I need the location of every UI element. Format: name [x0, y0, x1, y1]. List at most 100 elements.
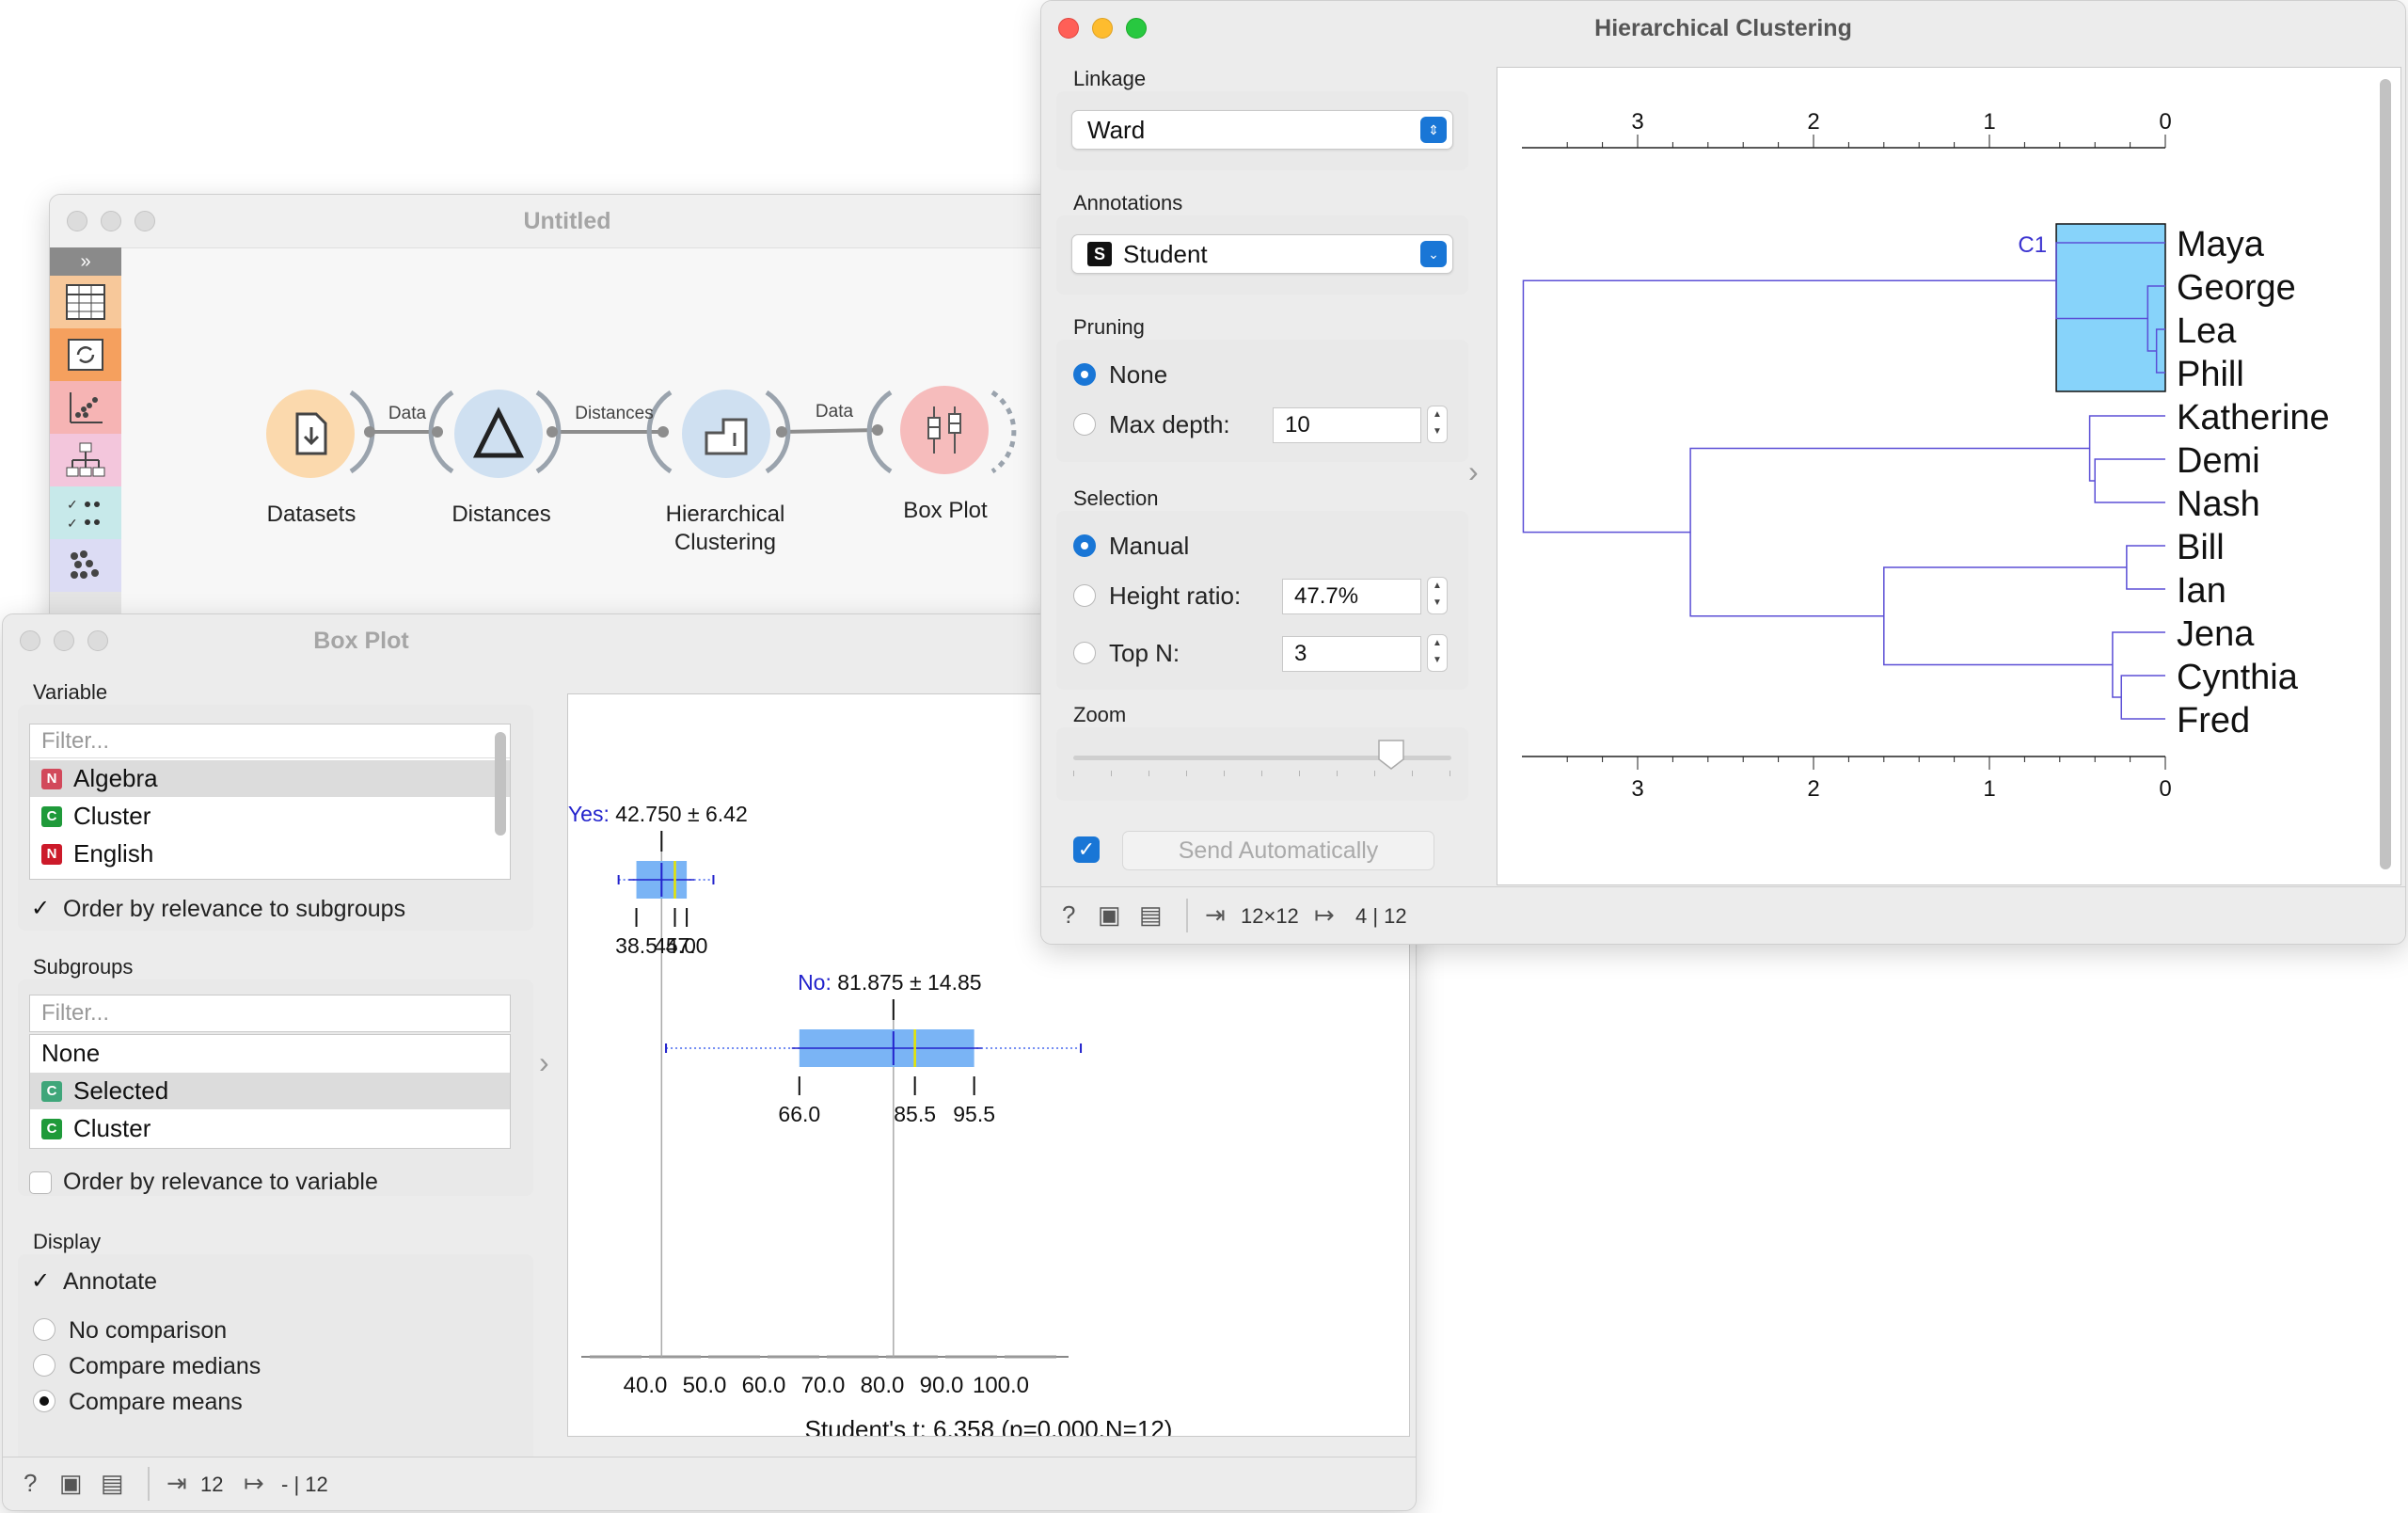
annotate-label: Annotate: [63, 1268, 158, 1295]
collapse-controls-icon[interactable]: ›: [1468, 454, 1479, 489]
node-label-box-plot: Box Plot: [903, 498, 988, 523]
cluster-label: C1: [2018, 232, 2047, 258]
subgroups-list[interactable]: None C Selected C Cluster: [29, 1034, 511, 1149]
help-icon[interactable]: ?: [1062, 900, 1075, 930]
variable-name: Algebra: [73, 764, 158, 792]
leaf-label: George: [2177, 268, 2296, 308]
zoom-slider-handle[interactable]: [1377, 739, 1405, 771]
zoom-slider-ticks: [1073, 771, 1451, 776]
annotate-checkbox[interactable]: ✓: [31, 1267, 50, 1295]
subgroup-item-none[interactable]: None: [30, 1035, 510, 1072]
selection-top-n-radio[interactable]: [1073, 642, 1096, 664]
save-icon[interactable]: ▣: [1098, 900, 1121, 930]
variable-label: Variable: [33, 680, 108, 704]
leaf-label: Maya: [2177, 225, 2265, 264]
minimize-button[interactable]: [54, 630, 74, 651]
compare-means-radio[interactable]: [33, 1390, 55, 1412]
zoom-label: Zoom: [1073, 703, 1127, 726]
height-ratio-stepper[interactable]: ▲ ▼: [1427, 577, 1448, 614]
variable-filter-input[interactable]: Filter...: [30, 725, 510, 758]
quartile-label: 47.0: [666, 933, 708, 958]
leaf-label: Lea: [2177, 311, 2237, 351]
max-depth-stepper[interactable]: ▲ ▼: [1427, 406, 1448, 443]
send-auto-checkbox[interactable]: ✓: [1073, 836, 1100, 863]
link-label-data-1: Data: [388, 404, 427, 423]
leaf-label: Bill: [2177, 528, 2225, 567]
stat-test-label: Student's t: 6.358 (p=0.000,N=12): [805, 1415, 1173, 1436]
status-output-count: - | 12: [281, 1473, 328, 1496]
pruning-max-depth-radio[interactable]: [1073, 413, 1096, 436]
leaf-label: Phill: [2177, 355, 2244, 394]
categorical-variable-icon: C: [41, 1080, 62, 1102]
selection-top-n-label: Top N:: [1109, 639, 1180, 667]
zoom-button[interactable]: [1126, 18, 1147, 39]
order-subgroups-checkbox[interactable]: ✓: [31, 895, 50, 922]
hc-titlebar: Hierarchical Clustering: [1041, 1, 2405, 56]
link-label-data-2: Data: [815, 402, 854, 422]
input-icon: ⇥: [166, 1469, 187, 1497]
distances-icon: [472, 406, 525, 458]
box-plot-icon: [927, 406, 961, 454]
selection-manual-radio[interactable]: [1073, 534, 1096, 557]
subgroups-label: Subgroups: [33, 955, 134, 979]
report-icon[interactable]: ▤: [101, 1469, 124, 1498]
variable-item-algebra[interactable]: N Algebra: [30, 760, 510, 797]
height-ratio-input[interactable]: 47.7%: [1282, 579, 1421, 614]
dendrogram-link: [2088, 415, 2165, 482]
order-variable-checkbox[interactable]: [29, 1171, 52, 1194]
compare-medians-radio[interactable]: [33, 1354, 55, 1377]
annotations-select[interactable]: S Student ⌄: [1071, 234, 1453, 274]
subgroup-item-cluster[interactable]: C Cluster: [30, 1110, 510, 1147]
leaf-label: Demi: [2177, 441, 2260, 481]
no-comparison-label: No comparison: [69, 1317, 228, 1344]
x-tick-label: 50.0: [683, 1373, 727, 1398]
report-icon[interactable]: ▤: [1139, 900, 1163, 930]
save-icon[interactable]: ▣: [59, 1469, 83, 1498]
variable-list-scrollbar[interactable]: [495, 732, 506, 836]
close-button[interactable]: [1058, 18, 1079, 39]
subgroup-name: Cluster: [73, 1114, 151, 1142]
display-label: Display: [33, 1230, 102, 1253]
dendrogram-link: [2126, 545, 2165, 590]
dendrogram-link: [2112, 631, 2165, 698]
top-n-stepper[interactable]: ▲ ▼: [1427, 634, 1448, 672]
collapse-controls-icon[interactable]: ›: [539, 1045, 549, 1080]
selection-height-ratio-radio[interactable]: [1073, 584, 1096, 607]
top-axis-label: 1: [1983, 109, 1995, 135]
subgroup-item-selected[interactable]: C Selected: [30, 1073, 510, 1109]
leaf-label: Jena: [2177, 614, 2255, 654]
node-hierarchical-clustering[interactable]: [682, 390, 770, 478]
pruning-label: Pruning: [1073, 315, 1145, 339]
status-input-count: 12×12: [1241, 904, 1299, 928]
select-arrows-icon: ⇕: [1420, 117, 1447, 143]
bottom-axis-label: 2: [1807, 776, 1819, 802]
no-comparison-radio[interactable]: [33, 1318, 55, 1341]
close-button[interactable]: [20, 630, 40, 651]
leaf-label: Ian: [2177, 571, 2226, 611]
canvas-window: Untitled » ✓ ✓ Data Distances Data Datas…: [49, 194, 1085, 666]
help-icon[interactable]: ?: [24, 1469, 37, 1498]
node-box-plot[interactable]: [900, 386, 989, 474]
bp-statusbar: ? ▣ ▤ ⇥ 12 ↦ - | 12: [3, 1457, 1416, 1510]
box-stat-label: No: 81.875 ± 14.85: [798, 970, 982, 995]
pruning-none-radio[interactable]: [1073, 363, 1096, 386]
max-depth-input[interactable]: 10: [1273, 407, 1421, 443]
node-datasets[interactable]: [266, 390, 355, 478]
bp-title: Box Plot: [313, 627, 409, 654]
numeric-variable-icon: N: [41, 768, 62, 789]
linkage-select[interactable]: Ward ⇕: [1071, 110, 1453, 150]
variable-list[interactable]: Filter... N Algebra C Cluster N English: [29, 724, 511, 880]
top-n-input[interactable]: 3: [1282, 636, 1421, 672]
variable-item-cluster[interactable]: C Cluster: [30, 798, 510, 835]
bottom-axis-label: 1: [1983, 776, 1995, 802]
zoom-button[interactable]: [87, 630, 108, 651]
output-icon: ↦: [244, 1469, 264, 1497]
bottom-axis-label: 0: [2159, 776, 2171, 802]
node-distances[interactable]: [454, 390, 543, 478]
subgroups-filter-input[interactable]: Filter...: [29, 995, 511, 1032]
variable-item-english[interactable]: N English: [30, 836, 510, 872]
minimize-button[interactable]: [1092, 18, 1113, 39]
selection-label: Selection: [1073, 486, 1159, 510]
send-automatically-button[interactable]: Send Automatically: [1122, 831, 1434, 870]
dendrogram-scrollbar[interactable]: [2380, 79, 2391, 869]
